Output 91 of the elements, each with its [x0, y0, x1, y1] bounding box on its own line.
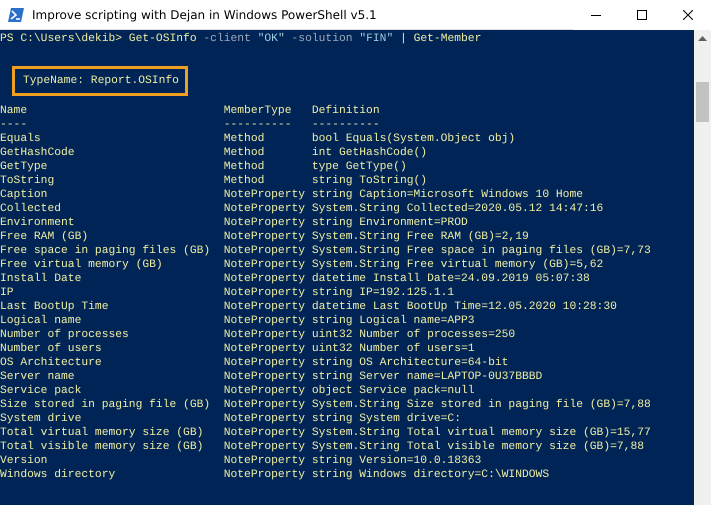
table-cell-text: IP	[0, 286, 15, 300]
table-cell-text: uint32 Number of users=1	[312, 342, 476, 356]
table-cell-text: NoteProperty	[224, 258, 306, 272]
table-cell-text: uint32 Number of processes=250	[312, 328, 516, 342]
table-cell-text: GetType	[0, 160, 48, 174]
table-cell-text: string OS Architecture=64-bit	[312, 356, 510, 370]
table-cell-text: NoteProperty	[224, 188, 306, 202]
column-header: Name	[0, 104, 28, 118]
table-cell-text: NoteProperty	[224, 216, 306, 230]
table-cell-text: string Windows directory=C:\WINDOWS	[312, 468, 550, 482]
table-cell-text: NoteProperty	[224, 328, 306, 342]
table-cell-text: Logical name	[0, 314, 82, 328]
table-cell-text: Windows directory	[0, 468, 116, 482]
table-cell-text: NoteProperty	[224, 286, 306, 300]
table-cell-text: datetime Install Date=24.09.2019 05:07:38	[312, 272, 591, 286]
table-cell-text: string System drive=C:	[312, 412, 462, 426]
header-underline: ----------	[312, 118, 381, 132]
table-cell-text: Number of processes	[0, 328, 130, 342]
table-cell-text: NoteProperty	[224, 398, 306, 412]
table-cell-text: ToString	[0, 174, 56, 188]
table-cell-text: NoteProperty	[224, 426, 306, 440]
table-cell-text: System.String Size stored in paging file (GB)=7,88	[312, 398, 652, 412]
table-cell-text: string Environment=PROD	[312, 216, 469, 230]
table-cell-text: NoteProperty	[224, 412, 306, 426]
maximize-icon	[637, 10, 647, 20]
table-cell-text: Method	[224, 146, 266, 160]
table-cell-text: Method	[224, 132, 266, 146]
table-cell-text: Collected	[0, 202, 62, 216]
terminal-icon	[8, 8, 24, 22]
table-cell-text: GetHashCode	[0, 146, 76, 160]
table-cell-text: NoteProperty	[224, 342, 306, 356]
table-cell-text: NoteProperty	[224, 314, 306, 328]
table-cell-text: System.String Free virtual memory (GB)=5,62	[312, 258, 604, 272]
close-icon	[683, 10, 693, 20]
table-cell-text: object Service pack=null	[312, 384, 476, 398]
table-cell-text: datetime Last BootUp Time=12.05.2020 10:28:30	[312, 300, 618, 314]
table-cell-text: NoteProperty	[224, 454, 306, 468]
table-cell-text: NoteProperty	[224, 300, 306, 314]
table-cell-text: string Version=10.0.18363	[312, 454, 482, 468]
table-cell-text: Total visible memory size (GB)	[0, 440, 204, 454]
table-cell-text: Last BootUp Time	[0, 300, 110, 314]
table-cell-text: Server name	[0, 370, 76, 384]
table-cell-text: NoteProperty	[224, 244, 306, 258]
table-cell-text: Install Date	[0, 272, 82, 286]
scrollbar-thumb[interactable]	[696, 82, 709, 122]
command-line: PS C:\Users\dekib> Get-OSInfo -client "OK" -solution "FIN" | Get-Member	[0, 32, 482, 46]
table-cell-text: System.String Free RAM (GB)=2,19	[312, 230, 530, 244]
table-cell-text: Free RAM (GB)	[0, 230, 90, 244]
header-underline: ----------	[224, 118, 292, 132]
table-cell-text: Method	[224, 174, 266, 188]
table-cell-text: Method	[224, 160, 266, 174]
table-cell-text: Free space in paging files (GB)	[0, 244, 212, 258]
table-cell-text: NoteProperty	[224, 230, 306, 244]
table-cell-text: System.String Collected=2020.05.12 14:47:16	[312, 202, 604, 216]
minimize-icon	[591, 14, 601, 16]
table-cell-text: NoteProperty	[224, 468, 306, 482]
table-cell-text: NoteProperty	[224, 356, 306, 370]
table-cell-text: Equals	[0, 132, 42, 146]
table-cell-text: string Caption=Microsoft Windows 10 Home	[312, 188, 584, 202]
table-cell-text: string IP=192.125.1.1	[312, 286, 456, 300]
table-cell-text: Service pack	[0, 384, 82, 398]
table-cell-text: NoteProperty	[224, 384, 306, 398]
header-underline: ----	[0, 118, 28, 132]
table-cell-text: type GetType()	[312, 160, 408, 174]
table-cell-text: System.String Total virtual memory size (GB)=15,77	[312, 426, 652, 440]
table-cell-text: NoteProperty	[224, 272, 306, 286]
table-cell-text: Caption	[0, 188, 48, 202]
table-cell-text: Environment	[0, 216, 76, 230]
table-cell-text: NoteProperty	[224, 370, 306, 384]
table-cell-text: Free virtual memory (GB)	[0, 258, 164, 272]
table-cell-text: System.String Free space in paging files (GB)=7,73	[312, 244, 652, 258]
table-cell-text: System.String Total visible memory size (GB)=7,88	[312, 440, 646, 454]
table-cell-text: Total virtual memory size (GB)	[0, 426, 204, 440]
type-name: TypeName: Report.OSInfo	[23, 75, 179, 87]
table-cell-text: Version	[0, 454, 48, 468]
table-cell-text: OS Architecture	[0, 356, 103, 370]
table-cell-text: int GetHashCode()	[312, 146, 428, 160]
table-cell-text: bool Equals(System.Object obj)	[312, 132, 516, 146]
table-cell-text: string Logical name=APP3	[312, 314, 476, 328]
table-cell-text: System drive	[0, 412, 82, 426]
column-header: Definition	[312, 104, 381, 118]
table-cell-text: Number of users	[0, 342, 103, 356]
table-cell-text: string Server name=LAPTOP-0U37BBBD	[312, 370, 544, 384]
table-cell-text: Size stored in paging file (GB)	[0, 398, 212, 412]
table-cell-text: NoteProperty	[224, 202, 306, 216]
column-header: MemberType	[224, 104, 292, 118]
table-cell-text: NoteProperty	[224, 440, 306, 454]
scrollbar[interactable]	[694, 30, 711, 505]
window-title: Improve scripting with Dejan in Windows PowerShell v5.1	[32, 8, 378, 22]
table-cell-text: string ToString()	[312, 174, 428, 188]
up-arrow-icon	[698, 36, 707, 41]
